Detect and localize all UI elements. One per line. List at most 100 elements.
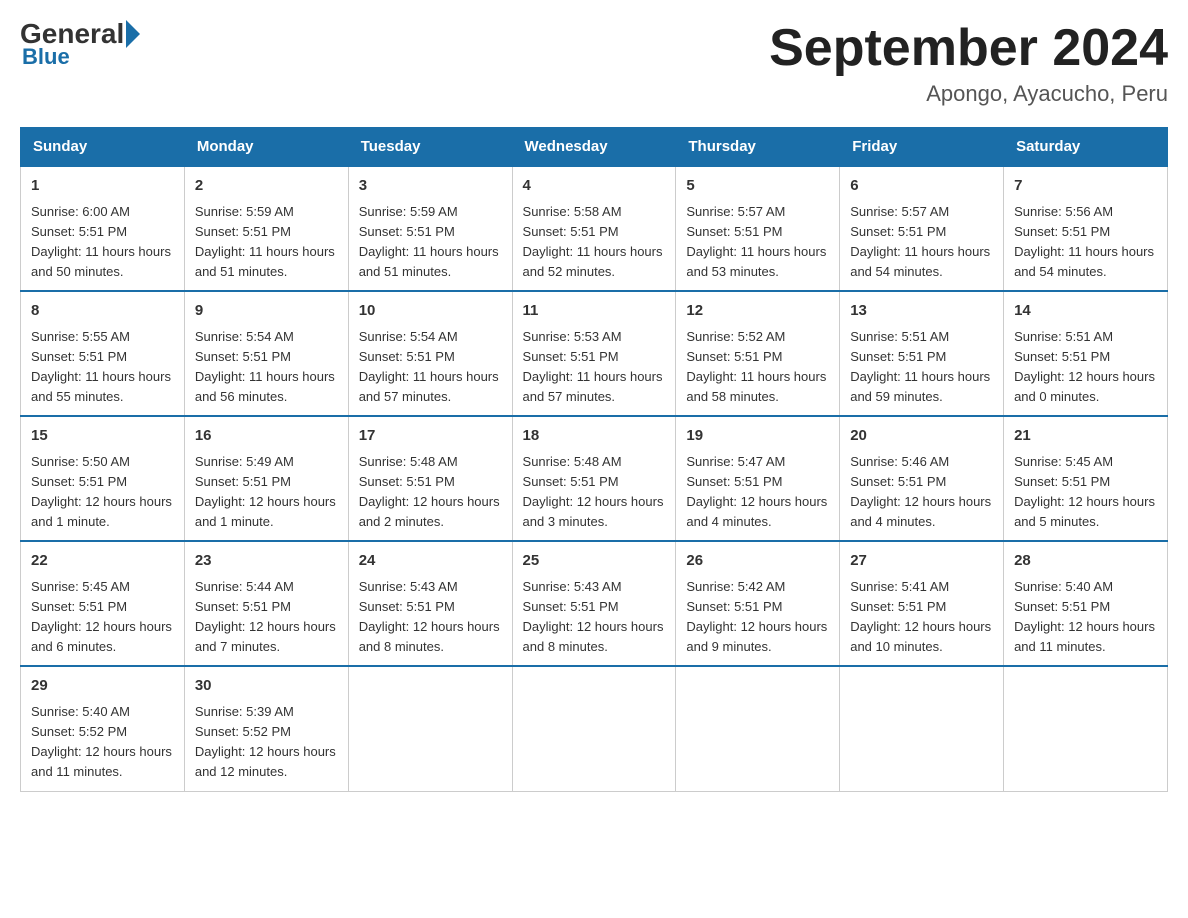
sunrise-label: Sunrise: 5:40 AM xyxy=(31,704,130,719)
daylight-continued: and 6 minutes. xyxy=(31,639,116,654)
daylight-continued: and 54 minutes. xyxy=(1014,264,1107,279)
day-info: Sunrise: 5:58 AM Sunset: 5:51 PM Dayligh… xyxy=(523,202,666,283)
daylight-label: Daylight: 12 hours hours xyxy=(1014,494,1155,509)
daylight-continued: and 10 minutes. xyxy=(850,639,943,654)
daylight-label: Daylight: 12 hours hours xyxy=(686,494,827,509)
daylight-label: Daylight: 11 hours hours xyxy=(359,369,499,384)
daylight-continued: and 11 minutes. xyxy=(1014,639,1106,654)
calendar-cell: 6 Sunrise: 5:57 AM Sunset: 5:51 PM Dayli… xyxy=(840,166,1004,291)
calendar-cell: 22 Sunrise: 5:45 AM Sunset: 5:51 PM Dayl… xyxy=(21,541,185,666)
calendar-week-row-1: 1 Sunrise: 6:00 AM Sunset: 5:51 PM Dayli… xyxy=(21,166,1168,291)
daylight-label: Daylight: 12 hours hours xyxy=(686,619,827,634)
sunset-label: Sunset: 5:51 PM xyxy=(686,474,782,489)
day-info: Sunrise: 5:44 AM Sunset: 5:51 PM Dayligh… xyxy=(195,577,338,658)
calendar-cell: 10 Sunrise: 5:54 AM Sunset: 5:51 PM Dayl… xyxy=(348,291,512,416)
daylight-label: Daylight: 12 hours hours xyxy=(1014,619,1155,634)
calendar-cell: 17 Sunrise: 5:48 AM Sunset: 5:51 PM Dayl… xyxy=(348,416,512,541)
sunrise-label: Sunrise: 5:59 AM xyxy=(195,204,294,219)
logo: General Blue xyxy=(20,20,142,70)
day-number: 13 xyxy=(850,300,993,323)
daylight-label: Daylight: 11 hours hours xyxy=(31,244,171,259)
sunset-label: Sunset: 5:51 PM xyxy=(523,349,619,364)
day-info: Sunrise: 5:43 AM Sunset: 5:51 PM Dayligh… xyxy=(359,577,502,658)
daylight-continued: and 59 minutes. xyxy=(850,389,943,404)
day-number: 2 xyxy=(195,175,338,198)
col-monday: Monday xyxy=(184,128,348,167)
daylight-label: Daylight: 12 hours hours xyxy=(31,494,172,509)
day-info: Sunrise: 5:55 AM Sunset: 5:51 PM Dayligh… xyxy=(31,327,174,408)
col-tuesday: Tuesday xyxy=(348,128,512,167)
logo-blue-text: Blue xyxy=(22,44,70,70)
day-number: 12 xyxy=(686,300,829,323)
calendar-cell xyxy=(840,666,1004,791)
day-info: Sunrise: 5:59 AM Sunset: 5:51 PM Dayligh… xyxy=(195,202,338,283)
daylight-continued: and 4 minutes. xyxy=(850,514,935,529)
day-number: 21 xyxy=(1014,425,1157,448)
day-number: 8 xyxy=(31,300,174,323)
daylight-continued: and 51 minutes. xyxy=(359,264,452,279)
day-info: Sunrise: 5:40 AM Sunset: 5:51 PM Dayligh… xyxy=(1014,577,1157,658)
calendar-cell: 19 Sunrise: 5:47 AM Sunset: 5:51 PM Dayl… xyxy=(676,416,840,541)
sunrise-label: Sunrise: 5:54 AM xyxy=(195,329,294,344)
daylight-label: Daylight: 12 hours hours xyxy=(31,619,172,634)
col-saturday: Saturday xyxy=(1004,128,1168,167)
day-number: 29 xyxy=(31,675,174,698)
daylight-label: Daylight: 11 hours hours xyxy=(1014,244,1154,259)
day-info: Sunrise: 5:54 AM Sunset: 5:51 PM Dayligh… xyxy=(195,327,338,408)
sunset-label: Sunset: 5:51 PM xyxy=(523,599,619,614)
day-number: 7 xyxy=(1014,175,1157,198)
sunset-label: Sunset: 5:51 PM xyxy=(31,224,127,239)
sunrise-label: Sunrise: 5:50 AM xyxy=(31,454,130,469)
calendar-cell: 13 Sunrise: 5:51 AM Sunset: 5:51 PM Dayl… xyxy=(840,291,1004,416)
sunset-label: Sunset: 5:51 PM xyxy=(359,224,455,239)
sunset-label: Sunset: 5:51 PM xyxy=(1014,474,1110,489)
sunset-label: Sunset: 5:51 PM xyxy=(1014,224,1110,239)
calendar-cell xyxy=(1004,666,1168,791)
calendar-cell: 25 Sunrise: 5:43 AM Sunset: 5:51 PM Dayl… xyxy=(512,541,676,666)
daylight-label: Daylight: 12 hours hours xyxy=(359,494,500,509)
calendar-week-row-5: 29 Sunrise: 5:40 AM Sunset: 5:52 PM Dayl… xyxy=(21,666,1168,791)
sunrise-label: Sunrise: 5:44 AM xyxy=(195,579,294,594)
day-number: 25 xyxy=(523,550,666,573)
day-number: 17 xyxy=(359,425,502,448)
daylight-continued: and 11 minutes. xyxy=(31,764,123,779)
day-info: Sunrise: 5:39 AM Sunset: 5:52 PM Dayligh… xyxy=(195,702,338,783)
day-number: 23 xyxy=(195,550,338,573)
sunrise-label: Sunrise: 5:39 AM xyxy=(195,704,294,719)
calendar-cell: 11 Sunrise: 5:53 AM Sunset: 5:51 PM Dayl… xyxy=(512,291,676,416)
calendar-cell: 12 Sunrise: 5:52 AM Sunset: 5:51 PM Dayl… xyxy=(676,291,840,416)
daylight-continued: and 57 minutes. xyxy=(523,389,616,404)
day-info: Sunrise: 5:53 AM Sunset: 5:51 PM Dayligh… xyxy=(523,327,666,408)
day-number: 28 xyxy=(1014,550,1157,573)
location-subtitle: Apongo, Ayacucho, Peru xyxy=(769,81,1168,107)
sunrise-label: Sunrise: 5:41 AM xyxy=(850,579,949,594)
daylight-continued: and 55 minutes. xyxy=(31,389,124,404)
daylight-label: Daylight: 11 hours hours xyxy=(850,369,990,384)
sunrise-label: Sunrise: 5:58 AM xyxy=(523,204,622,219)
sunset-label: Sunset: 5:51 PM xyxy=(359,349,455,364)
calendar-cell: 15 Sunrise: 5:50 AM Sunset: 5:51 PM Dayl… xyxy=(21,416,185,541)
calendar-cell: 21 Sunrise: 5:45 AM Sunset: 5:51 PM Dayl… xyxy=(1004,416,1168,541)
daylight-label: Daylight: 12 hours hours xyxy=(850,494,991,509)
day-number: 27 xyxy=(850,550,993,573)
sunset-label: Sunset: 5:51 PM xyxy=(686,349,782,364)
calendar-cell: 28 Sunrise: 5:40 AM Sunset: 5:51 PM Dayl… xyxy=(1004,541,1168,666)
day-info: Sunrise: 5:43 AM Sunset: 5:51 PM Dayligh… xyxy=(523,577,666,658)
day-info: Sunrise: 5:51 AM Sunset: 5:51 PM Dayligh… xyxy=(850,327,993,408)
sunrise-label: Sunrise: 5:52 AM xyxy=(686,329,785,344)
calendar-header-row: Sunday Monday Tuesday Wednesday Thursday… xyxy=(21,128,1168,167)
daylight-label: Daylight: 12 hours hours xyxy=(195,744,336,759)
sunset-label: Sunset: 5:51 PM xyxy=(850,474,946,489)
sunrise-label: Sunrise: 5:51 AM xyxy=(850,329,949,344)
sunrise-label: Sunrise: 5:40 AM xyxy=(1014,579,1113,594)
daylight-continued: and 54 minutes. xyxy=(850,264,943,279)
daylight-label: Daylight: 12 hours hours xyxy=(1014,369,1155,384)
sunset-label: Sunset: 5:51 PM xyxy=(1014,349,1110,364)
sunrise-label: Sunrise: 5:45 AM xyxy=(31,579,130,594)
sunrise-label: Sunrise: 5:47 AM xyxy=(686,454,785,469)
daylight-continued: and 52 minutes. xyxy=(523,264,616,279)
calendar-week-row-2: 8 Sunrise: 5:55 AM Sunset: 5:51 PM Dayli… xyxy=(21,291,1168,416)
day-number: 24 xyxy=(359,550,502,573)
sunrise-label: Sunrise: 5:45 AM xyxy=(1014,454,1113,469)
day-number: 22 xyxy=(31,550,174,573)
